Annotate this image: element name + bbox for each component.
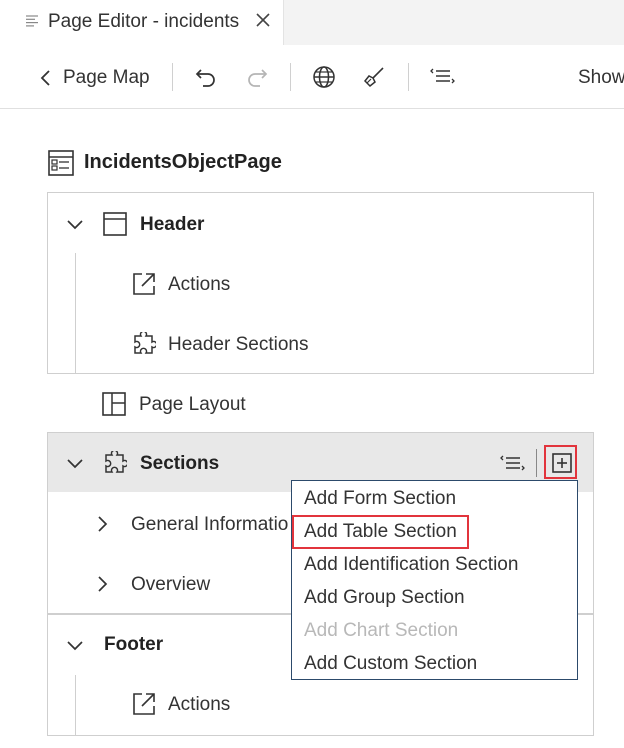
page-layout-icon	[102, 392, 126, 416]
toolbar: Page Map Show	[0, 45, 624, 109]
overview-label: Overview	[131, 574, 211, 595]
menu-item-add-identification-section[interactable]: Add Identification Section	[304, 554, 518, 576]
chevron-down-icon[interactable]	[66, 455, 84, 473]
globe-icon[interactable]	[312, 65, 336, 89]
puzzle-icon	[105, 451, 127, 473]
chevron-left-icon	[40, 70, 50, 86]
brush-icon[interactable]	[362, 65, 386, 89]
outline-list-icon[interactable]	[430, 67, 456, 87]
chevron-right-icon[interactable]	[94, 515, 112, 533]
tree-item-footer-actions[interactable]: Actions	[48, 675, 593, 735]
tab-bar: Page Editor - incidents	[0, 0, 624, 45]
toolbar-separator	[290, 63, 291, 91]
external-link-icon	[133, 693, 155, 715]
footer-label: Footer	[104, 634, 164, 655]
header-layout-icon	[103, 212, 127, 236]
show-button[interactable]: Show	[578, 67, 624, 89]
footer-actions-label: Actions	[168, 694, 231, 715]
header-sections-label: Header Sections	[168, 334, 309, 355]
back-label: Page Map	[63, 67, 150, 88]
header-label: Header	[140, 214, 205, 235]
menu-item-add-chart-section: Add Chart Section	[304, 620, 459, 641]
undo-icon[interactable]	[195, 66, 217, 88]
object-page-icon	[48, 150, 74, 176]
actions-label: Actions	[168, 274, 231, 295]
menu-item-add-form-section[interactable]: Add Form Section	[304, 488, 456, 510]
table-section-highlight	[292, 515, 469, 549]
tab-title: Page Editor - incidents	[48, 11, 240, 32]
general-information-label: General Informatio	[131, 514, 289, 535]
tree-item-header-sections[interactable]: Header Sections	[48, 315, 593, 375]
add-button-highlight	[544, 445, 577, 479]
header-group: Header Actions Header Sections	[47, 192, 594, 374]
puzzle-icon	[134, 332, 156, 354]
page-layout-label: Page Layout	[139, 394, 246, 415]
file-lines-icon	[26, 15, 38, 27]
external-link-icon	[133, 273, 155, 295]
toolbar-separator	[172, 63, 173, 91]
chevron-down-icon[interactable]	[66, 216, 84, 234]
chevron-right-icon[interactable]	[94, 575, 112, 593]
tree-item-header-actions[interactable]: Actions	[48, 255, 593, 315]
tree-item-page-layout[interactable]: Page Layout	[47, 374, 594, 434]
editor-tab[interactable]: Page Editor - incidents	[0, 0, 284, 45]
tree-item-header[interactable]: Header	[48, 195, 593, 255]
page-title: IncidentsObjectPage	[84, 151, 282, 173]
sections-label: Sections	[140, 453, 220, 474]
add-section-menu: Add Form Section Add Table Section Add I…	[291, 480, 578, 680]
menu-item-add-group-section[interactable]: Add Group Section	[304, 587, 465, 609]
close-icon[interactable]	[255, 12, 271, 28]
chevron-down-icon[interactable]	[66, 637, 84, 655]
menu-item-add-custom-section[interactable]: Add Custom Section	[304, 653, 477, 675]
back-to-page-map-button[interactable]: Page Map	[30, 55, 160, 99]
toolbar-separator	[536, 449, 537, 477]
redo-icon[interactable]	[246, 66, 268, 88]
toolbar-separator	[408, 63, 409, 91]
outline-list-icon[interactable]	[500, 454, 526, 474]
